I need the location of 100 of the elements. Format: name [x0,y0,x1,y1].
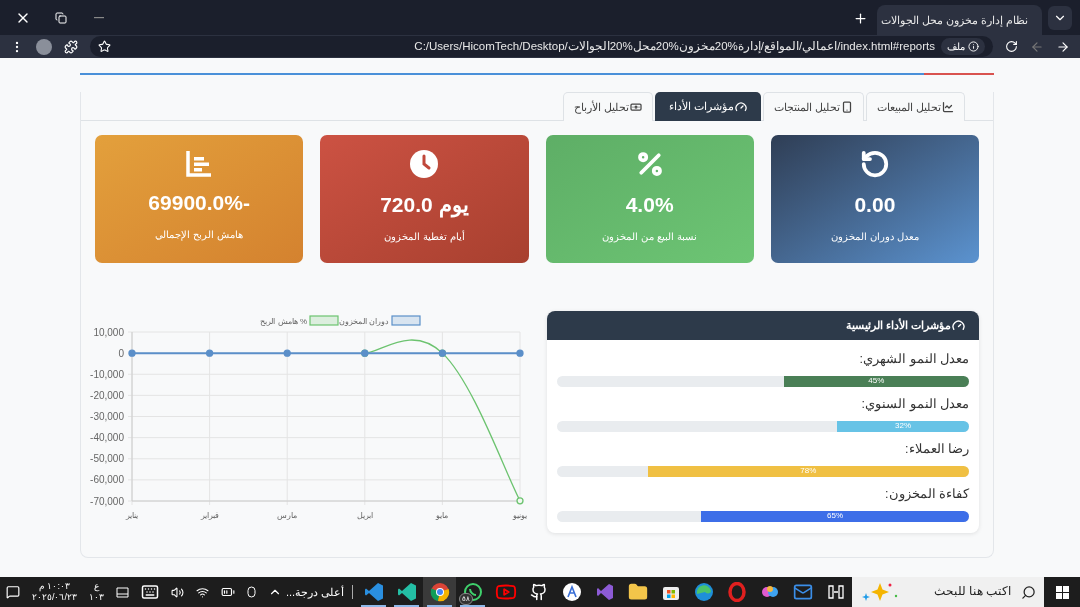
open-indicator [394,605,420,607]
notifications-icon[interactable] [6,585,20,599]
task-view-icon[interactable] [827,585,844,599]
report-tab[interactable]: تحليل الأرباح [562,92,653,121]
keyboard-icon[interactable] [141,583,159,601]
battery-icon[interactable] [221,585,235,599]
rotate-icon [859,149,890,179]
report-tab[interactable]: تحليل المبيعات [865,92,965,121]
y-tick-label: -10,000 [90,368,124,380]
legend-label: هامش الربح % [260,317,307,326]
legend-swatch [309,315,339,326]
ball-logo-icon[interactable] [429,582,450,602]
data-point [283,349,291,357]
stat-label: هامش الربح الإجمالي [155,227,243,242]
stat-label: نسبة البيع من المخزون [602,229,697,244]
data-point [128,349,136,357]
ring-logo-icon[interactable] [727,582,746,602]
progress-reading: 45% [868,375,885,387]
language-sub: ١٠٣ [89,592,104,603]
kpi-label: رضا العملاء: [904,441,969,458]
infinity-logo-icon[interactable] [595,583,614,601]
restore-icon [55,11,67,24]
back-icon[interactable] [1056,39,1070,54]
search-placeholder: اكتب هنا للبحث [932,584,1012,600]
x-tick-label: مارس [277,511,298,520]
gauge-icon [952,319,965,332]
search-field[interactable]: اكتب هنا للبحث [852,577,1045,607]
y-tick-label: -30,000 [90,411,124,422]
tablet-icon[interactable] [116,586,129,598]
x-tick-label: ابريل [356,511,373,520]
stat-value: 69900.0%- [148,190,250,216]
language-indicator[interactable]: ع [94,581,99,592]
volume-icon[interactable] [171,585,184,599]
wifi-icon[interactable] [196,585,209,599]
x-tick-label: فبراير [200,511,219,520]
gauge-icon [734,100,747,113]
url-text: C:/Users/HicomTech/Desktop/اعمالي/المواقع/إدارة%20مخزون%20محل%20الجوالات/index.html#reports [414,38,935,55]
y-tick-label: -40,000 [90,432,124,444]
kpi-label: كفاءة المخزون: [884,486,969,504]
weather-text[interactable]: أعلى درجة... [286,583,345,601]
clock-date: ٢٠٢٥/٠٦/٢٣ [32,592,77,603]
progress-reading: 78% [800,465,817,477]
kpi-label: معدل النمو الشهري: [858,351,969,369]
site-info-chip[interactable]: ملف [941,38,985,55]
microphone-icon[interactable] [247,585,256,599]
circle-logo-icon[interactable] [561,582,582,602]
windows-logo-icon [1055,585,1069,599]
info-icon [968,41,979,52]
data-point [516,349,524,357]
chat-bubble-icon[interactable] [462,582,483,602]
profile-avatar[interactable] [36,38,52,55]
y-tick-label: -70,000 [90,495,124,507]
folder-icon[interactable] [627,582,648,602]
stat-value: 720.0 يوم [380,192,469,220]
mail-icon[interactable] [792,582,813,602]
minimize-icon [94,16,104,19]
extensions-icon[interactable] [64,39,78,54]
banknote-icon [629,101,642,113]
legend-label: دوران المخزون [338,317,389,326]
forward-icon[interactable] [1030,39,1044,54]
progress-reading: 65% [827,510,844,522]
phone-icon [840,101,853,113]
data-point [516,497,524,505]
y-tick-label: -20,000 [90,389,124,401]
cat-logo-icon[interactable] [529,583,548,601]
plus-icon [852,10,868,26]
stat-value: 4.0% [625,192,674,218]
clock-icon [409,149,440,179]
clock-time: ١٠:٠٣ م [38,581,70,592]
y-tick-label: -60,000 [90,474,124,486]
stat-label: معدل دوران المخزون [831,229,919,244]
search-icon [1021,584,1037,600]
header-accent-line [924,73,994,75]
x-tick-label: يناير [126,511,138,520]
address-bar[interactable]: C:/Users/HicomTech/Desktop/اعمالي/المواقع/إدارة%20مخزون%20محل%20الجوالات/index.html#reports ملف [90,36,993,57]
open-indicator [427,605,453,607]
y-tick-label: 10,000 [93,326,124,338]
stat-value: 0.00 [854,192,896,218]
tab-search-button[interactable] [1048,6,1072,30]
legend-swatch [391,315,421,326]
taskbar-app[interactable] [423,577,457,607]
x-tick-label: يونيو [513,511,527,520]
report-tab[interactable]: تحليل المنتجات [762,92,864,121]
bookmark-star-icon[interactable] [98,40,111,53]
data-point [205,349,214,357]
wave-logo-icon[interactable] [693,582,714,602]
code-logo-icon[interactable] [396,582,417,602]
y-tick-label: 0 [118,347,124,359]
y-tick-label: -50,000 [90,453,124,465]
kpi-label: معدل النمو السنوي: [860,396,969,414]
code-logo-icon[interactable] [363,582,384,602]
open-indicator [460,605,486,607]
progress-reading: 32% [895,420,912,432]
report-tab[interactable]: مؤشرات الأداء [654,92,761,121]
bar-list-icon [185,149,214,177]
open-indicator [361,605,387,607]
line-chart-icon [942,101,954,113]
kpi-panel-title: مؤشرات الأداء الرئيسية [846,317,951,334]
browser-tab[interactable]: نظام إدارة مخزون محل الجوالات [877,5,1042,35]
reload-icon[interactable] [1005,40,1018,53]
